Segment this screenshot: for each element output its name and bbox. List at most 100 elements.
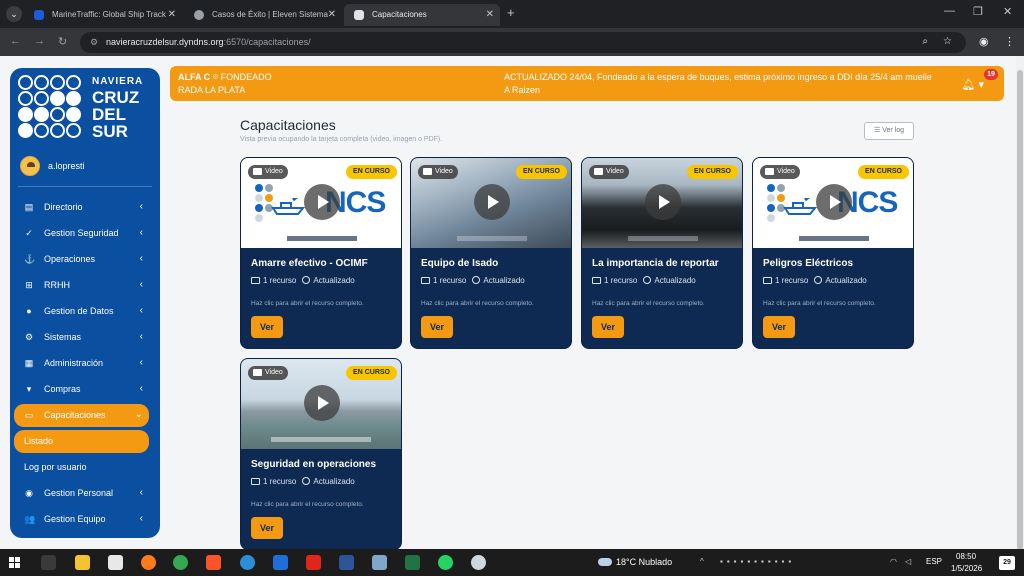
brave-icon[interactable] (206, 555, 221, 570)
sidebar-item-compras[interactable]: ▾ Compras ‹ (14, 378, 149, 401)
training-card[interactable]: NCS Video EN CURSO Amarre efectivo - OCI… (240, 157, 402, 349)
cogs-icon: ⚙ (24, 332, 34, 342)
view-button[interactable]: Ver (251, 517, 283, 539)
volume-icon[interactable]: ◁ (905, 557, 911, 566)
card-title: Amarre efectivo - OCIMF (251, 258, 368, 269)
browser-tab-capacitaciones[interactable]: Capacitaciones ✕ (344, 4, 500, 26)
ship-icon (783, 198, 817, 215)
app-icon[interactable] (273, 555, 288, 570)
view-button[interactable]: Ver (592, 316, 624, 338)
app-icon[interactable] (372, 555, 387, 570)
url-input[interactable]: ⚙ navieracruzdelsur.dyndns.org:6570/capa… (80, 32, 966, 53)
cloud-icon (598, 558, 612, 566)
training-card[interactable]: NCS Video EN CURSO Peligros Eléctricos 1… (752, 157, 914, 349)
card-preview-ncs[interactable]: NCS Video EN CURSO (241, 158, 401, 248)
tab-search-icon[interactable]: ⌄ (6, 6, 22, 22)
firefox-icon[interactable] (141, 555, 156, 570)
card-title: Equipo de Isado (421, 258, 499, 269)
site-info-icon[interactable]: ⚙ (90, 37, 100, 47)
training-card[interactable]: Video EN CURSO Equipo de Isado 1 recurso… (410, 157, 572, 349)
clock-icon (302, 477, 311, 485)
system-tray-icons[interactable]: ▪▪▪▪▪▪▪▪▪▪▪ (720, 557, 795, 566)
close-icon[interactable]: ✕ (168, 4, 176, 26)
sidebar-item-gestion-datos[interactable]: ● Gestion de Datos ‹ (14, 300, 149, 323)
language-indicator[interactable]: ESP (926, 557, 942, 566)
scrollbar-thumb[interactable] (1017, 70, 1023, 550)
close-window-icon[interactable]: ✕ (1003, 5, 1012, 18)
video-camera-icon (594, 168, 603, 175)
forward-icon[interactable]: → (34, 35, 45, 47)
wifi-icon[interactable]: ◠ (890, 557, 897, 566)
training-card[interactable]: Video EN CURSO La importancia de reporta… (581, 157, 743, 349)
close-icon[interactable]: ✕ (486, 4, 494, 26)
sidebar-item-gestion-personal[interactable]: ◉ Gestion Personal ‹ (14, 482, 149, 505)
acrobat-icon[interactable] (306, 555, 321, 570)
chevron-left-icon: ‹ (139, 253, 143, 264)
new-tab-button[interactable]: + (507, 5, 515, 20)
whatsapp-icon[interactable] (438, 555, 453, 570)
windows-start-icon[interactable] (9, 557, 20, 568)
back-icon[interactable]: ← (10, 35, 21, 47)
sidebar-item-operaciones[interactable]: ⚓ Operaciones ‹ (14, 248, 149, 271)
play-icon[interactable] (304, 385, 340, 421)
bookmark-star-icon[interactable]: ☆ (943, 36, 952, 47)
status-badge: EN CURSO (687, 165, 738, 179)
clock-date[interactable]: 1/5/2026 (951, 564, 982, 573)
vessel-update: ACTUALIZADO 24/04, Fondeado a la espera … (504, 72, 932, 95)
close-icon[interactable]: ✕ (328, 4, 336, 26)
sidebar-item-administracion[interactable]: ▦ Administración ‹ (14, 352, 149, 375)
browser-tab-marinetraffic[interactable]: MarineTraffic: Global Ship Track ✕ (24, 4, 182, 26)
notification-center-badge[interactable]: 29 (999, 556, 1015, 570)
view-button[interactable]: Ver (251, 316, 283, 338)
sidebar-item-log-usuario[interactable]: Log por usuario (14, 456, 149, 479)
notification-count-badge: 19 (984, 69, 998, 80)
play-icon[interactable] (816, 184, 852, 220)
reload-icon[interactable]: ↻ (58, 35, 67, 48)
card-hint: Haz clic para abrir el recurso completo. (251, 501, 364, 508)
app-icon[interactable] (240, 555, 255, 570)
word-icon[interactable] (339, 555, 354, 570)
browser-menu-icon[interactable]: ⋮ (1004, 35, 1015, 48)
sidebar-item-listado[interactable]: Listado (14, 430, 149, 453)
play-icon[interactable] (474, 184, 510, 220)
maximize-icon[interactable]: ❐ (973, 5, 983, 18)
card-meta: 1 recurso Actualizado (763, 276, 867, 285)
card-preview-photo[interactable]: Video EN CURSO (582, 158, 742, 248)
chrome-icon[interactable] (173, 555, 188, 570)
card-preview-photo[interactable]: Video EN CURSO (241, 359, 401, 449)
tray-chevron-icon[interactable]: ^ (700, 557, 704, 566)
sidebar-item-sistemas[interactable]: ⚙ Sistemas ‹ (14, 326, 149, 349)
training-card[interactable]: Video EN CURSO Seguridad en operaciones … (240, 358, 402, 549)
task-view-icon[interactable] (41, 555, 56, 570)
sidebar-item-rrhh[interactable]: ⊞ RRHH ‹ (14, 274, 149, 297)
sidebar-item-capacitaciones[interactable]: ▭ Capacitaciones ⌄ (14, 404, 149, 427)
sidebar-item-gestion-seguridad[interactable]: ✓ Gestion Seguridad ‹ (14, 222, 149, 245)
users-icon: 👥 (24, 514, 36, 524)
folder-icon (421, 277, 430, 284)
weather-widget[interactable]: 18°C Nublado (598, 557, 672, 567)
brand-line1: NAVIERA (92, 76, 144, 87)
file-explorer-icon[interactable] (75, 555, 90, 570)
card-preview-ncs[interactable]: NCS Video EN CURSO (753, 158, 913, 248)
view-button[interactable]: Ver (421, 316, 453, 338)
cart-icon: ▾ (26, 384, 32, 394)
brand-line3: DEL (92, 105, 126, 124)
view-log-button[interactable]: ☰ Ver log (864, 122, 914, 140)
excel-icon[interactable] (405, 555, 420, 570)
browser-tab-casos[interactable]: Casos de Éxito | Eleven Sistema ✕ (184, 4, 342, 26)
page-scrollbar[interactable] (1016, 56, 1024, 550)
card-preview-photo[interactable]: Video EN CURSO (411, 158, 571, 248)
clock-time[interactable]: 08:50 (956, 552, 976, 561)
zoom-icon[interactable]: ⌕ (922, 36, 928, 47)
chevron-left-icon: ‹ (139, 383, 143, 394)
sidebar-item-directorio[interactable]: ▤ Directorio ‹ (14, 196, 149, 219)
view-button[interactable]: Ver (763, 316, 795, 338)
store-icon[interactable] (108, 555, 123, 570)
minimize-icon[interactable]: — (944, 5, 955, 17)
play-icon[interactable] (304, 184, 340, 220)
profile-icon[interactable]: ◉ (979, 35, 989, 48)
sidebar-item-gestion-equipo[interactable]: 👥 Gestion Equipo ‹ (14, 508, 149, 531)
play-icon[interactable] (645, 184, 681, 220)
app-icon[interactable] (471, 555, 486, 570)
bell-icon[interactable]: 🔔︎ ▾ (961, 78, 984, 91)
